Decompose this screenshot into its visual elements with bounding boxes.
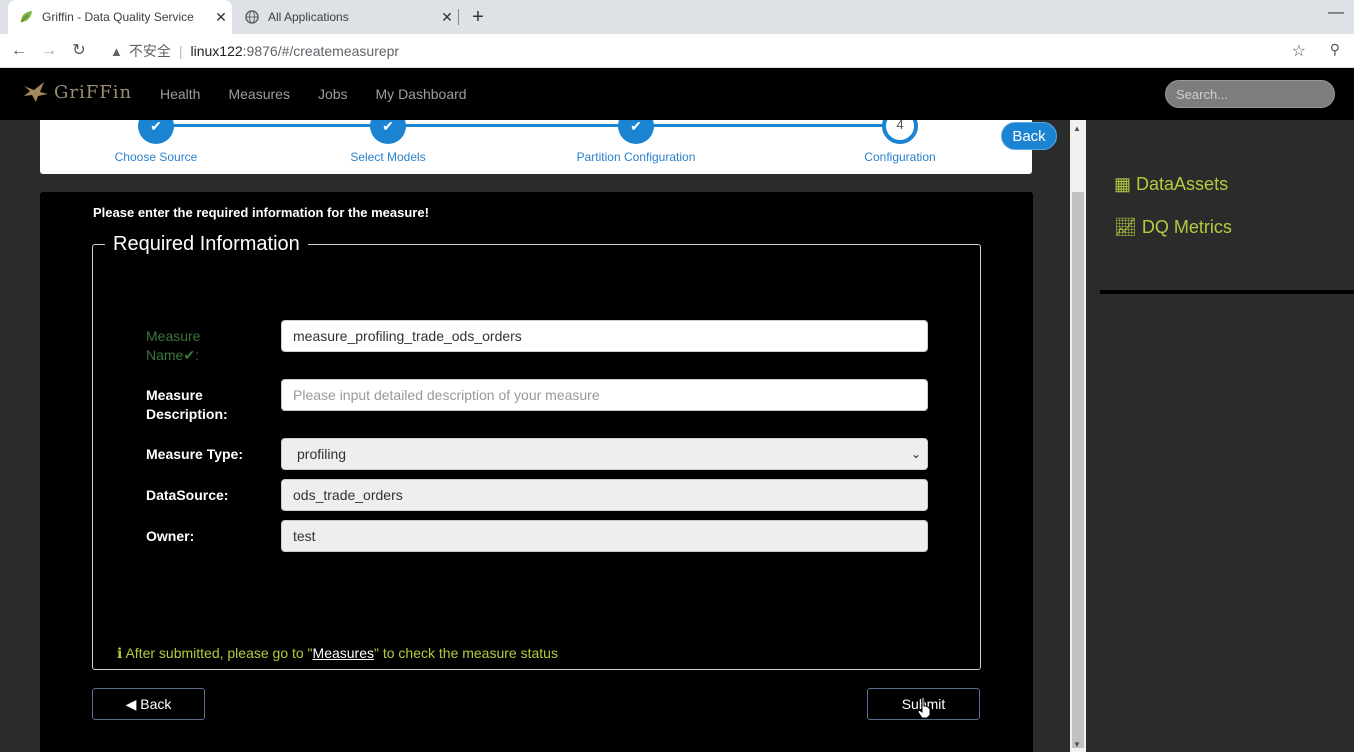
back-arrow-icon[interactable]: ← <box>8 40 30 62</box>
step-label-choose-source: Choose Source <box>114 150 198 164</box>
measure-name-input[interactable]: measure_profiling_trade_ods_orders <box>281 320 928 352</box>
new-tab-icon[interactable]: + <box>468 6 488 29</box>
datasource-field: ods_trade_orders <box>281 479 928 511</box>
sidebar-item-dq-metrics[interactable]: 📈︎ DQ Metrics <box>1114 217 1232 238</box>
label-colon: : <box>195 347 199 363</box>
scrollbar-thumb[interactable] <box>1072 192 1084 748</box>
note-prefix: After submitted, please go to " <box>125 645 313 661</box>
form-intro: Please enter the required information fo… <box>93 205 429 220</box>
sidebar-item-dataassets[interactable]: ▦ DataAssets <box>1114 174 1228 195</box>
nav-my-dashboard[interactable]: My Dashboard <box>376 86 467 102</box>
leaf-icon <box>18 9 34 25</box>
owner-field: test <box>281 520 928 552</box>
back-button-top[interactable]: Back <box>1001 122 1057 150</box>
nav-jobs[interactable]: Jobs <box>318 86 348 102</box>
line-chart-icon: 📈︎ <box>1114 217 1137 237</box>
valid-check-icon: ✔ <box>183 347 196 363</box>
measure-form-panel: Please enter the required information fo… <box>40 192 1033 752</box>
minimize-window-icon[interactable]: — <box>1328 4 1344 22</box>
note-suffix: " to check the measure status <box>374 645 558 661</box>
step-label-partition-configuration: Partition Configuration <box>576 150 696 164</box>
measures-link[interactable]: Measures <box>313 645 374 661</box>
logo-text: GriFFin <box>54 81 133 103</box>
sidebar-item-label: DataAssets <box>1136 174 1229 194</box>
sidebar-divider <box>1100 290 1354 294</box>
right-sidebar: ▦ DataAssets 📈︎ DQ Metrics <box>1100 120 1354 752</box>
measure-description-label: Measure Description: <box>146 387 228 422</box>
globe-icon <box>244 9 260 25</box>
step-3-check-icon: ✔ <box>618 120 654 144</box>
scroll-down-icon[interactable]: ▼ <box>1073 740 1081 749</box>
table-icon: ▦ <box>1114 174 1132 194</box>
step-progress-line <box>156 124 900 127</box>
reload-icon[interactable]: ↻ <box>68 40 90 62</box>
datasource-label: DataSource: <box>146 487 229 503</box>
extension-icon[interactable]: ⚲ <box>1330 41 1340 58</box>
measure-name-label: Measure Name✔: <box>146 327 226 365</box>
measure-type-label: Measure Type: <box>146 446 243 462</box>
tab-separator <box>458 9 459 25</box>
hand-cursor-icon <box>917 697 931 719</box>
browser-tab-griffin[interactable]: Griffin - Data Quality Service ✕ <box>8 0 232 34</box>
circle-arrow-left-icon: ◀ <box>125 696 137 712</box>
step-4-indicator: 4 <box>882 120 918 144</box>
step-2-check-icon: ✔ <box>370 120 406 144</box>
browser-tab-all-applications[interactable]: All Applications ✕ <box>234 0 458 34</box>
nav-health[interactable]: Health <box>160 86 200 102</box>
close-tab-icon[interactable]: ✕ <box>210 9 232 26</box>
browser-tab-bar: Griffin - Data Quality Service ✕ All App… <box>0 0 1354 34</box>
nav-measures[interactable]: Measures <box>228 86 289 102</box>
measure-type-select[interactable]: profiling ⌄ <box>281 438 928 470</box>
app-header: GriFFin Health Measures Jobs My Dashboar… <box>0 68 1354 120</box>
submit-note: ℹ After submitted, please go to "Measure… <box>117 645 558 662</box>
step-label-configuration: Configuration <box>864 150 936 164</box>
main-content: ✔ ✔ ✔ 4 Choose Source Select Models Part… <box>0 120 1070 752</box>
close-tab-icon[interactable]: ✕ <box>436 9 458 26</box>
step-label-select-models: Select Models <box>350 150 426 164</box>
chevron-down-icon: ⌄ <box>910 447 921 461</box>
wizard-steps: ✔ ✔ ✔ 4 Choose Source Select Models Part… <box>40 120 1032 174</box>
scroll-up-icon[interactable]: ▲ <box>1073 124 1081 133</box>
owner-label: Owner: <box>146 528 195 544</box>
content-scrollbar[interactable]: ▲ ▼ <box>1070 120 1086 752</box>
url-path: :9876/#/createmeasurepr <box>242 43 400 59</box>
fieldset-legend: Required Information <box>105 233 308 256</box>
info-icon: ℹ <box>117 645 123 661</box>
forward-arrow-icon[interactable]: → <box>38 40 60 62</box>
main-nav: Health Measures Jobs My Dashboard <box>160 68 495 120</box>
url-field[interactable]: ▲ 不安全 | linux122:9876/#/createmeasurepr <box>100 37 1280 65</box>
security-label: 不安全 <box>128 43 171 59</box>
measure-description-input[interactable]: Please input detailed description of you… <box>281 379 928 411</box>
sidebar-item-label: DQ Metrics <box>1141 217 1232 237</box>
griffin-logo-icon <box>24 82 48 102</box>
tab-title: All Applications <box>268 10 349 24</box>
bookmark-star-icon[interactable]: ☆ <box>1292 41 1306 61</box>
back-button[interactable]: ◀ Back <box>92 688 205 720</box>
url-divider: | <box>178 43 183 59</box>
griffin-logo[interactable]: GriFFin <box>22 80 132 104</box>
back-button-label: Back <box>140 696 172 712</box>
step-1-check-icon: ✔ <box>138 120 174 144</box>
address-bar: ← → ↻ ▲ 不安全 | linux122:9876/#/createmeas… <box>0 34 1354 68</box>
url-host: linux122 <box>190 43 243 59</box>
warning-icon: ▲ <box>110 43 123 59</box>
search-input[interactable]: Search... <box>1165 80 1335 108</box>
measure-type-value: profiling <box>297 446 347 462</box>
required-info-fieldset: Required Information Measure Name✔: meas… <box>92 233 981 670</box>
tab-title: Griffin - Data Quality Service <box>42 10 194 24</box>
